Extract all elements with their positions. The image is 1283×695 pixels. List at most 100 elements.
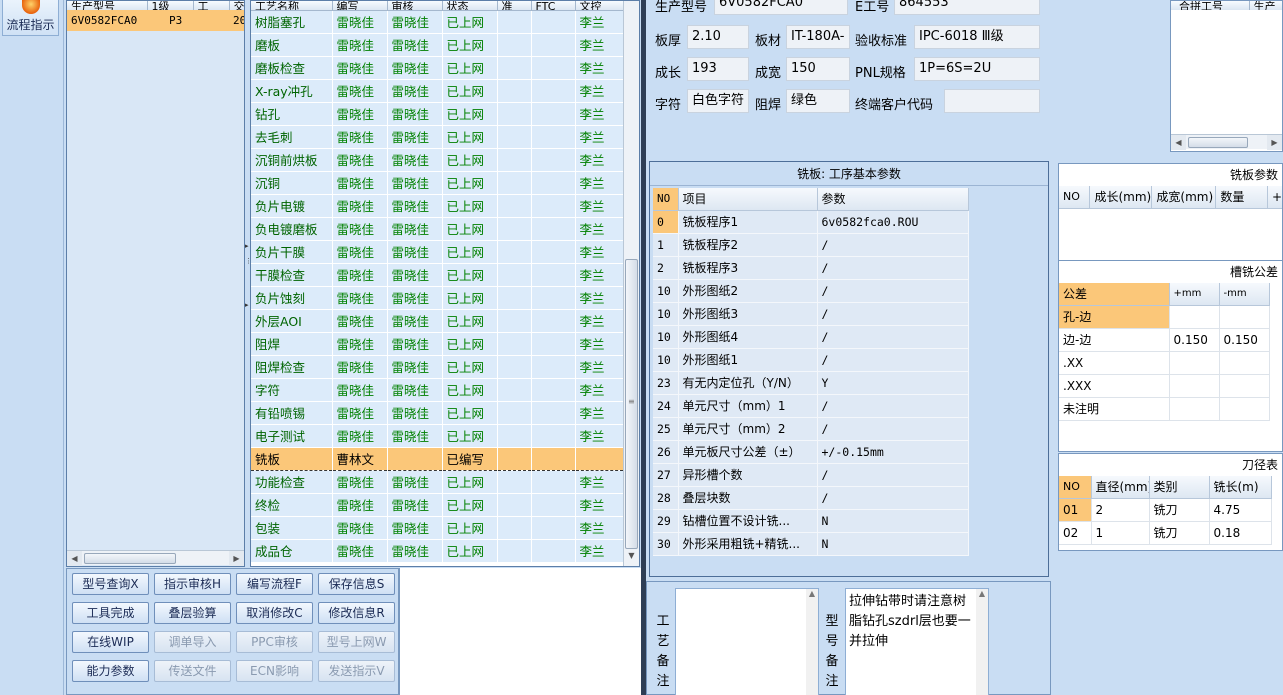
column-header[interactable]: 直径(mm) (1091, 476, 1150, 499)
table-row[interactable]: 负片干膜 雷晓佳 雷晓佳 已上网 李兰 (251, 240, 624, 264)
table-row[interactable]: 电子测试 雷晓佳 雷晓佳 已上网 李兰 (251, 424, 624, 448)
table-row[interactable]: 25 单元尺寸（mm）2/ (653, 417, 969, 441)
table-row[interactable]: 干膜检查 雷晓佳 雷晓佳 已上网 李兰 (251, 263, 624, 287)
process-remark-field[interactable]: ▲ (675, 588, 819, 695)
horizontal-scrollbar[interactable]: ◀ ▶ (67, 550, 244, 566)
table-row[interactable]: 1 铣板程序2/ (653, 233, 969, 257)
vertical-scrollbar[interactable]: ≡ ▼ (623, 1, 639, 566)
action-button[interactable]: PPC审核 (236, 631, 313, 653)
column-header[interactable]: +mm (1169, 283, 1220, 306)
table-row[interactable]: .XX (1059, 351, 1270, 375)
action-button[interactable]: 叠层验算 (154, 602, 231, 624)
table-row[interactable]: 沉铜 雷晓佳 雷晓佳 已上网 李兰 (251, 171, 624, 195)
table-row[interactable]: 10 外形图纸2/ (653, 279, 969, 303)
column-header[interactable]: 工 (193, 1, 230, 10)
char-field[interactable]: 白色字符 (687, 89, 749, 113)
table-row[interactable]: 0 铣板程序1 6v0582fca0.ROU (653, 210, 969, 234)
table-row[interactable]: 02 1 铣刀 0.18 (1059, 521, 1272, 545)
column-header[interactable]: 类别 (1149, 476, 1210, 499)
customer-field[interactable] (944, 89, 1040, 113)
scroll-right-icon[interactable]: ▶ (1267, 135, 1282, 150)
table-row[interactable]: 负片电镀 雷晓佳 雷晓佳 已上网 李兰 (251, 194, 624, 218)
column-header[interactable]: FTC (531, 1, 576, 11)
table-row[interactable]: 字符 雷晓佳 雷晓佳 已上网 李兰 (251, 378, 624, 402)
column-header[interactable]: 项目 (678, 188, 818, 211)
scroll-up-icon[interactable]: ▲ (806, 589, 818, 695)
scroll-down-icon[interactable]: ▼ (624, 548, 639, 564)
table-row[interactable]: 铣板 曹林文 已编写 (251, 446, 624, 471)
mask-field[interactable]: 绿色 (786, 89, 850, 113)
scroll-thumb[interactable] (1188, 137, 1248, 148)
width-field[interactable]: 150 (786, 57, 850, 81)
standard-field[interactable]: IPC-6018 Ⅲ级 (914, 25, 1040, 49)
action-button[interactable]: ECN影响 (236, 660, 313, 682)
column-header[interactable]: 数量 (1215, 186, 1269, 209)
column-header[interactable]: 审核 (387, 1, 443, 11)
action-button[interactable]: 发送指示V (318, 660, 395, 682)
action-button[interactable]: 型号上网W (318, 631, 395, 653)
material-field[interactable]: IT-180A- (786, 25, 850, 49)
column-header[interactable]: 铣长(m) (1209, 476, 1272, 499)
table-row[interactable]: 未注明 (1059, 397, 1270, 421)
table-row[interactable]: 10 外形图纸3/ (653, 302, 969, 326)
table-row[interactable]: 钻孔 雷晓佳 雷晓佳 已上网 李兰 (251, 102, 624, 126)
column-header[interactable]: 参数 (817, 188, 969, 211)
action-button[interactable]: 型号查询X (72, 573, 149, 595)
column-header[interactable]: 生产 (1249, 1, 1282, 10)
column-header[interactable]: -mm (1219, 283, 1270, 306)
action-button[interactable]: 调单导入 (154, 631, 231, 653)
table-row[interactable]: 29 钻槽位置不设计铣... N (653, 509, 969, 533)
column-header[interactable]: 工艺名称 (251, 1, 333, 11)
action-button[interactable]: 工具完成 (72, 602, 149, 624)
table-row[interactable]: 孔-边 (1059, 305, 1270, 329)
table-row[interactable]: 外层AOI 雷晓佳 雷晓佳 已上网 李兰 (251, 309, 624, 333)
action-button[interactable]: 传送文件 (154, 660, 231, 682)
table-row[interactable]: 磨板 雷晓佳 雷晓佳 已上网 李兰 (251, 33, 624, 57)
table-row[interactable]: 去毛刺 雷晓佳 雷晓佳 已上网 李兰 (251, 125, 624, 149)
scroll-thumb[interactable]: ≡ (625, 259, 638, 549)
column-header[interactable]: + (1267, 186, 1282, 209)
model-remark-field[interactable]: 拉伸钻带时请注意树脂钻孔szdrl层也要一并拉伸 ▲ (845, 588, 989, 695)
table-row[interactable]: 终检 雷晓佳 雷晓佳 已上网 李兰 (251, 493, 624, 517)
table-row[interactable]: 有铅喷锡 雷晓佳 雷晓佳 已上网 李兰 (251, 401, 624, 425)
length-field[interactable]: 193 (687, 57, 749, 81)
table-row[interactable]: 6V0582FCA0 P3 20 (67, 10, 244, 31)
action-button[interactable]: 在线WIP (72, 631, 149, 653)
flow-instruction-button[interactable]: 流程指示 (2, 0, 59, 36)
column-header[interactable]: 生产型号 (67, 1, 148, 10)
table-row[interactable]: 阻焊检查 雷晓佳 雷晓佳 已上网 李兰 (251, 355, 624, 379)
scroll-up-icon[interactable]: ▲ (976, 589, 988, 695)
action-button[interactable]: 修改信息R (318, 602, 395, 624)
action-button[interactable]: 取消修改C (236, 602, 313, 624)
table-row[interactable]: 包装 雷晓佳 雷晓佳 已上网 李兰 (251, 516, 624, 540)
table-row[interactable]: 2 铣板程序3/ (653, 256, 969, 280)
table-row[interactable]: 10 外形图纸4/ (653, 325, 969, 349)
table-row[interactable]: 28 叠层块数 / (653, 486, 969, 510)
column-header[interactable]: 准 (497, 1, 532, 11)
thickness-field[interactable]: 2.10 (687, 25, 749, 49)
table-row[interactable]: 成品仓 雷晓佳 雷晓佳 已上网 李兰 (251, 539, 624, 563)
horizontal-scrollbar[interactable]: ◀ ▶ (1171, 134, 1282, 150)
model-field[interactable]: 6V0582FCA0 (714, 0, 848, 15)
column-header[interactable]: 成长(mm) (1089, 186, 1153, 209)
table-row[interactable]: 30 外形采用粗铣+精铣... N (653, 532, 969, 556)
column-header[interactable]: 公差 (1059, 283, 1170, 306)
scroll-left-icon[interactable]: ◀ (67, 551, 82, 566)
column-header[interactable]: 交 (229, 1, 244, 10)
column-header[interactable]: NO (1059, 476, 1092, 499)
table-row[interactable]: 23 有无内定位孔（Y/N） Y (653, 371, 969, 395)
table-row[interactable]: 27 异形槽个数 / (653, 463, 969, 487)
table-row[interactable]: 负片蚀刻 雷晓佳 雷晓佳 已上网 李兰 (251, 286, 624, 310)
table-row[interactable]: 沉铜前烘板 雷晓佳 雷晓佳 已上网 李兰 (251, 148, 624, 172)
table-row[interactable]: .XXX (1059, 374, 1270, 398)
action-button[interactable]: 能力参数 (72, 660, 149, 682)
scroll-left-icon[interactable]: ◀ (1171, 135, 1186, 150)
table-row[interactable]: 边-边 0.150 0.150 (1059, 328, 1270, 352)
column-header[interactable]: 成宽(mm) (1151, 186, 1217, 209)
table-row[interactable]: 01 2 铣刀 4.75 (1059, 498, 1272, 522)
table-row[interactable]: 阻焊 雷晓佳 雷晓佳 已上网 李兰 (251, 332, 624, 356)
table-row[interactable]: 磨板检查 雷晓佳 雷晓佳 已上网 李兰 (251, 56, 624, 80)
pnl-field[interactable]: 1P=6S=2U (914, 57, 1040, 81)
column-header[interactable]: NO (1059, 186, 1091, 209)
table-row[interactable]: 24 单元尺寸（mm）1/ (653, 394, 969, 418)
